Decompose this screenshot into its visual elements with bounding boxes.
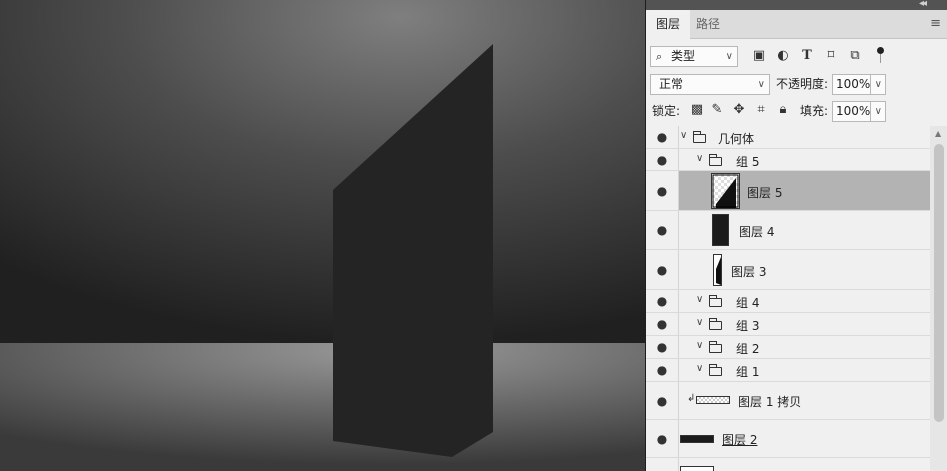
canvas-artwork <box>0 0 645 471</box>
panel-tabs: 图层 路径 ≡ <box>646 10 947 39</box>
eye-icon[interactable]: ● <box>646 250 679 289</box>
layer-thumbnail <box>680 466 714 471</box>
lock-move-icon[interactable]: ✥ <box>730 101 748 119</box>
opacity-label: 不透明度: <box>776 77 829 91</box>
shape-filter-icon[interactable]: ⌑ <box>822 47 840 65</box>
panel-menu-icon[interactable]: ≡ <box>930 16 941 31</box>
chevron-down-icon[interactable]: ∨ <box>696 317 703 328</box>
layer-name: 图层 3 <box>731 265 767 279</box>
layer-name: 组 4 <box>736 296 760 310</box>
fill-field[interactable]: 100% ∨ <box>832 101 886 122</box>
layer-name: 图层 5 <box>747 186 783 200</box>
chevron-down-icon[interactable]: ∨ <box>696 294 703 305</box>
layer-row[interactable]: ● ↲ 图层 1 拷贝 <box>646 382 930 420</box>
layer-row-group[interactable]: ● ∨ 组 3 <box>646 313 930 336</box>
folder-icon <box>709 341 722 353</box>
smart-object-filter-icon[interactable]: ⧉ <box>846 47 864 65</box>
layer-name: 图层 4 <box>739 225 775 239</box>
search-icon: ⌕ <box>656 50 663 63</box>
layer-row[interactable]: ● 图层 4 <box>646 211 930 250</box>
layer-thumbnail <box>696 396 730 404</box>
chevron-down-icon: ∨ <box>757 79 765 90</box>
layer-thumbnail <box>680 435 714 443</box>
layers-panel: ◂◂ 图层 路径 ≡ ⌕ 类型 ∨ ▣ ◐ T ⌑ ⧉ 正常 ∨ 不透明度: 1… <box>645 0 947 471</box>
opacity-field[interactable]: 100% ∨ <box>832 74 886 95</box>
scrollbar-thumb[interactable] <box>934 144 944 422</box>
eye-icon[interactable]: ● <box>646 313 679 335</box>
chevron-down-icon: ∨ <box>725 51 733 62</box>
eye-icon[interactable]: ● <box>646 382 679 419</box>
eye-icon[interactable]: ● <box>646 149 679 170</box>
lock-row: 锁定: ▩ ✎ ✥ ⌗ 🔒︎ 填充: 100% ∨ <box>646 98 947 126</box>
folder-icon <box>693 131 706 143</box>
blend-mode-value: 正常 <box>659 77 684 91</box>
lock-artboard-icon[interactable]: ⌗ <box>752 101 770 119</box>
panel-title-strip: ◂◂ <box>646 0 947 10</box>
eye-icon[interactable]: ● <box>646 126 679 148</box>
chevron-down-icon[interactable]: ∨ <box>696 340 703 351</box>
folder-icon <box>709 154 722 166</box>
layers-scrollbar[interactable]: ▲ <box>930 126 947 471</box>
eye-icon[interactable]: ● <box>646 171 679 210</box>
filter-kind-select[interactable]: ⌕ 类型 ∨ <box>650 46 738 67</box>
layer-row-group[interactable]: ● ∨ 组 4 <box>646 290 930 313</box>
image-filter-icon[interactable]: ▣ <box>750 47 768 65</box>
folder-icon <box>709 318 722 330</box>
layer-row-group[interactable]: ● ∨ 组 5 <box>646 149 930 171</box>
lock-all-icon[interactable]: 🔒︎ <box>774 101 792 119</box>
layer-name: 组 3 <box>736 319 760 333</box>
chevron-down-icon[interactable]: ∨ <box>875 102 882 121</box>
eye-icon[interactable]: ● <box>646 290 679 312</box>
text-filter-icon[interactable]: T <box>798 47 816 65</box>
scroll-up-icon[interactable]: ▲ <box>935 129 941 138</box>
chevron-down-icon[interactable]: ∨ <box>696 363 703 374</box>
layer-row-group[interactable]: ● ∨ 几何体 <box>646 126 930 149</box>
layer-row-group[interactable]: ● ∨ 组 1 <box>646 359 930 382</box>
blend-row: 正常 ∨ 不透明度: 100% ∨ <box>646 71 947 99</box>
eye-icon[interactable]: ● <box>646 211 679 249</box>
tab-paths[interactable]: 路径 <box>686 10 730 38</box>
layer-row-group[interactable]: ● ∨ 组 2 <box>646 336 930 359</box>
chevron-down-icon[interactable]: ∨ <box>680 130 687 141</box>
folder-icon <box>709 364 722 376</box>
layer-name: 组 5 <box>736 155 760 169</box>
eye-icon[interactable]: ● <box>646 336 679 358</box>
layer-row[interactable] <box>646 458 930 471</box>
document-canvas[interactable] <box>0 0 645 471</box>
lock-paint-icon[interactable]: ✎ <box>708 101 726 119</box>
chevron-down-icon[interactable]: ∨ <box>696 153 703 164</box>
backdrop-floor <box>0 343 645 471</box>
opacity-value: 100% <box>836 77 871 91</box>
eye-icon[interactable]: ● <box>646 420 679 457</box>
folder-icon <box>709 295 722 307</box>
backdrop-wall <box>0 0 645 343</box>
fill-label: 填充: <box>800 104 829 118</box>
layer-thumbnail <box>713 254 722 286</box>
collapse-icon[interactable]: ◂◂ <box>919 0 927 9</box>
layer-name: 组 2 <box>736 342 760 356</box>
layer-thumbnail <box>711 173 740 209</box>
lock-label: 锁定: <box>652 104 681 118</box>
layer-list: ● ∨ 几何体 ● ∨ 组 5 ● 图层 5 ● 图层 4 ● 图层 3 ● ∨… <box>646 126 930 471</box>
adjustment-filter-icon[interactable]: ◐ <box>774 47 792 65</box>
filter-row: ⌕ 类型 ∨ ▣ ◐ T ⌑ ⧉ <box>646 43 947 71</box>
layer-thumbnail <box>712 214 729 246</box>
layer-row-selected[interactable]: ● 图层 5 <box>646 171 930 211</box>
filter-toggle-icon[interactable] <box>877 47 884 63</box>
eye-icon[interactable]: ● <box>646 359 679 381</box>
fill-value: 100% <box>836 104 871 118</box>
layer-name: 图层 2 <box>722 433 758 447</box>
chevron-down-icon[interactable]: ∨ <box>875 75 882 94</box>
layer-name: 几何体 <box>718 132 755 146</box>
layer-name: 组 1 <box>736 365 760 379</box>
filter-kind-value: 类型 <box>671 49 696 63</box>
layer-row[interactable]: ● 图层 2 <box>646 420 930 458</box>
lock-pixels-icon[interactable]: ▩ <box>688 101 706 119</box>
tab-layers[interactable]: 图层 <box>646 10 691 39</box>
eye-icon[interactable] <box>646 458 679 471</box>
blend-mode-select[interactable]: 正常 ∨ <box>650 74 770 95</box>
layer-name: 图层 1 拷贝 <box>738 395 802 409</box>
clipping-mask-icon: ↲ <box>687 393 696 404</box>
layer-row[interactable]: ● 图层 3 <box>646 250 930 290</box>
